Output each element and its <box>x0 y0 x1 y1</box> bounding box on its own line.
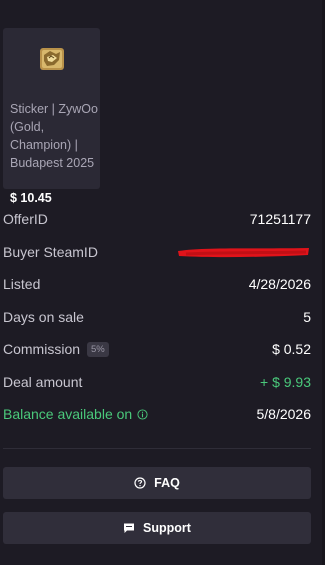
listed-row: Listed 4/28/2026 <box>3 268 311 301</box>
deal-amount-row: Deal amount + $ 9.93 <box>3 366 311 399</box>
commission-label: Commission <box>3 341 81 358</box>
offer-id-row: OfferID 71251177 <box>3 203 311 236</box>
sticker-icon <box>40 48 64 70</box>
balance-available-value: 5/8/2026 <box>256 406 312 423</box>
buyer-steamid-label: Buyer SteamID <box>3 243 98 260</box>
balance-available-row: Balance available on 5/8/2026 <box>3 398 311 431</box>
divider <box>3 448 311 449</box>
buyer-steamid-row: Buyer SteamID <box>3 236 311 269</box>
days-on-sale-value: 5 <box>303 308 311 325</box>
commission-value: $ 0.52 <box>272 341 311 358</box>
question-icon <box>134 477 146 489</box>
offer-id-label: OfferID <box>3 211 48 228</box>
faq-label: FAQ <box>154 476 180 490</box>
offer-id-value: 71251177 <box>249 211 311 228</box>
deal-amount-value: + $ 9.93 <box>260 373 311 390</box>
item-name: Sticker | ZywOo (Gold, Champion) | Budap… <box>10 102 98 170</box>
days-on-sale-label: Days on sale <box>3 308 84 325</box>
chat-icon <box>124 523 135 533</box>
commission-row: Commission 5% $ 0.52 <box>3 333 311 366</box>
days-on-sale-row: Days on sale 5 <box>3 301 311 334</box>
item-card[interactable]: Sticker | ZywOo (Gold, Champion) | Budap… <box>3 28 100 205</box>
offer-details: OfferID 71251177 Buyer SteamID Listed 4/… <box>3 203 311 431</box>
commission-label-group: Commission 5% <box>3 341 109 357</box>
balance-label-group: Balance available on <box>3 406 148 422</box>
balance-available-label: Balance available on <box>3 406 133 423</box>
deal-amount-label: Deal amount <box>3 373 83 390</box>
listed-label: Listed <box>3 276 41 293</box>
support-button[interactable]: Support <box>3 512 311 544</box>
support-label: Support <box>143 521 191 535</box>
listed-value: 4/28/2026 <box>248 276 311 293</box>
commission-badge: 5% <box>87 341 109 357</box>
redaction-mark <box>178 247 309 257</box>
info-icon[interactable] <box>137 409 148 420</box>
faq-button[interactable]: FAQ <box>3 467 311 499</box>
